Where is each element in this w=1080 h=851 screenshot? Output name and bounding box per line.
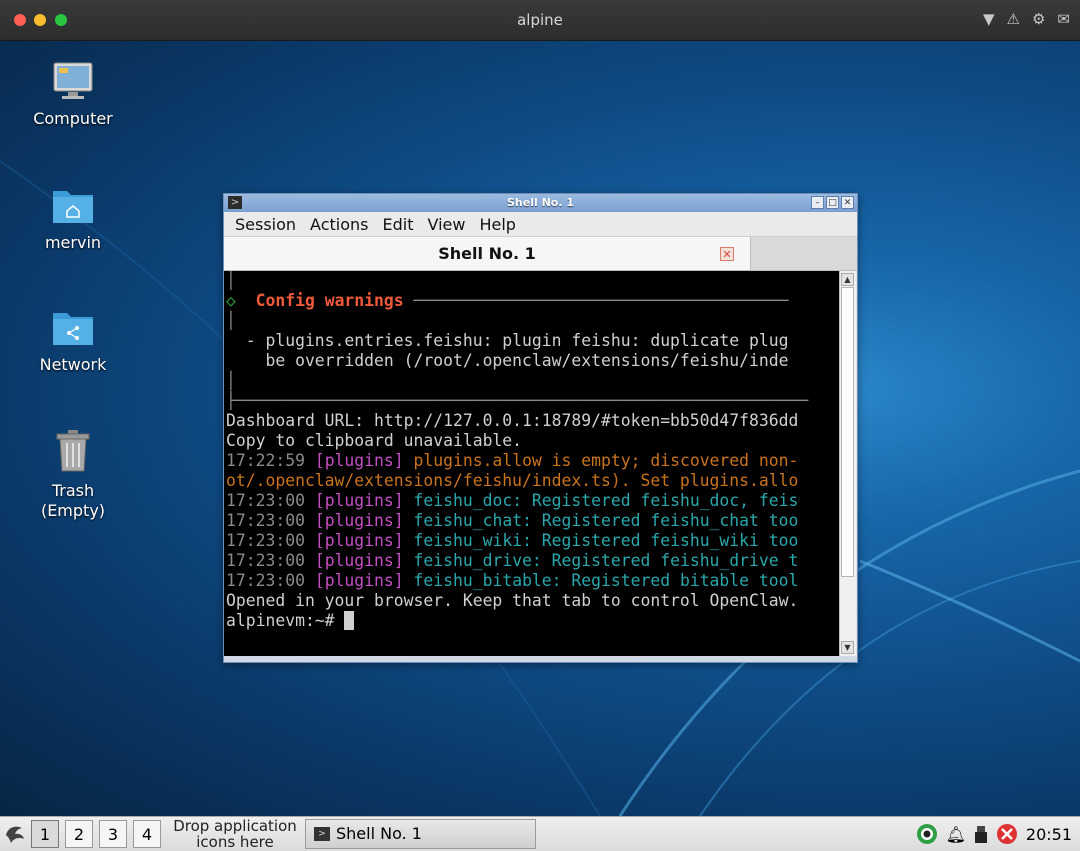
log-message: feishu_doc: Registered feishu_doc, feis (413, 491, 799, 510)
warning-icon[interactable]: ⚠ (1007, 10, 1020, 28)
config-warnings-title: Config warnings (255, 291, 404, 310)
notification-bell-icon[interactable]: 🔔︎ (946, 825, 966, 844)
maximize-button[interactable]: □ (826, 196, 839, 209)
desktop-icon-computer[interactable]: Computer (18, 61, 128, 129)
window-bottom-border (224, 656, 857, 662)
menu-view[interactable]: View (420, 215, 472, 234)
system-tray: 🔔︎ 20:51 (916, 820, 1072, 848)
log-tag: [plugins] (314, 531, 404, 550)
log-time: 17:23:00 (226, 491, 305, 510)
desktop-icon-network[interactable]: Network (18, 307, 128, 375)
log-tag: [plugins] (314, 451, 404, 470)
tab-close-icon[interactable]: ✕ (720, 247, 734, 261)
log-tag: [plugins] (314, 571, 404, 590)
tab-bar: Shell No. 1 ✕ (224, 237, 857, 271)
taskbar-shell-button[interactable]: > Shell No. 1 (305, 819, 536, 849)
log-time: 17:22:59 (226, 451, 305, 470)
usb-device-icon[interactable] (974, 824, 988, 844)
warning-line-1: - plugins.entries.feishu: plugin feishu:… (226, 331, 789, 350)
log-tag: [plugins] (314, 511, 404, 530)
log-time: 17:23:00 (226, 531, 305, 550)
gear-icon[interactable]: ⚙ (1032, 10, 1045, 28)
mail-icon[interactable]: ✉ (1057, 10, 1070, 28)
terminal-output[interactable]: │ ◇ Config warnings ────────────────────… (224, 271, 839, 656)
menu-edit[interactable]: Edit (376, 215, 421, 234)
workspace-1[interactable]: 1 (31, 820, 59, 848)
log-message: ot/.openclaw/extensions/feishu/index.ts)… (226, 471, 799, 490)
desktop-icon-label: Network (39, 355, 107, 374)
cursor (344, 611, 355, 630)
window-titlebar[interactable]: > Shell No. 1 – □ ✕ (224, 194, 857, 212)
log-message: feishu_drive: Registered feishu_drive t (413, 551, 799, 570)
workspace-4[interactable]: 4 (133, 820, 161, 848)
terminal-scrollbar[interactable]: ▲ ▼ (839, 271, 856, 656)
tab-shell-1[interactable]: Shell No. 1 ✕ (224, 237, 751, 270)
close-button[interactable]: ✕ (841, 196, 854, 209)
clipboard-line: Copy to clipboard unavailable. (226, 431, 523, 450)
warning-line-2: be overridden (/root/.openclaw/extension… (226, 351, 789, 370)
log-message: feishu_wiki: Registered feishu_wiki too (413, 531, 799, 550)
menu-actions[interactable]: Actions (303, 215, 375, 234)
network-folder-icon (53, 313, 93, 345)
network-status-icon[interactable] (916, 823, 938, 845)
dashboard-url-line: Dashboard URL: http://127.0.0.1:18789/#t… (226, 411, 799, 430)
terminal-text: │ ◇ Config warnings ────────────────────… (226, 271, 809, 630)
host-titlebar: alpine ▼ ⚠ ⚙ ✉ (0, 0, 1080, 41)
desktop-icon-trash[interactable]: Trash (Empty) (18, 429, 128, 521)
log-message: feishu_chat: Registered feishu_chat too (413, 511, 799, 530)
opened-line: Opened in your browser. Keep that tab to… (226, 591, 799, 610)
desktop-icon-label: mervin (44, 233, 102, 252)
log-message: plugins.allow is empty; discovered non- (413, 451, 799, 470)
taskbar-shell-label: Shell No. 1 (336, 824, 422, 843)
minimize-button[interactable]: – (811, 196, 824, 209)
app-launcher-drop-zone[interactable]: Drop application icons here (166, 818, 304, 850)
taskbar: 1 2 3 4 Drop application icons here > Sh… (0, 816, 1080, 851)
shell-window: > Shell No. 1 – □ ✕ Session Actions Edit… (223, 193, 858, 663)
clock[interactable]: 20:51 (1026, 825, 1072, 844)
scroll-down-icon[interactable]: ▼ (841, 641, 854, 654)
scroll-thumb[interactable] (841, 287, 854, 577)
workspace-3[interactable]: 3 (99, 820, 127, 848)
start-menu-icon[interactable] (2, 821, 28, 847)
host-title: alpine (517, 11, 563, 29)
log-message: feishu_bitable: Registered bitable tool (413, 571, 799, 590)
dropdown-icon[interactable]: ▼ (983, 10, 995, 28)
terminal-icon: > (314, 827, 330, 841)
home-folder-icon (53, 191, 93, 223)
log-tag: [plugins] (314, 551, 404, 570)
shell-prompt: alpinevm:~# (226, 611, 345, 630)
log-tag: [plugins] (314, 491, 404, 510)
workspace-2[interactable]: 2 (65, 820, 93, 848)
desktop-icon-mervin[interactable]: mervin (18, 185, 128, 253)
menu-session[interactable]: Session (228, 215, 303, 234)
menu-bar: Session Actions Edit View Help (224, 212, 857, 237)
menu-help[interactable]: Help (472, 215, 522, 234)
log-time: 17:23:00 (226, 571, 305, 590)
tab-label: Shell No. 1 (438, 244, 536, 263)
error-status-icon[interactable] (996, 823, 1018, 845)
log-time: 17:23:00 (226, 511, 305, 530)
desktop-icon-label: Trash (Empty) (40, 481, 106, 520)
window-title: Shell No. 1 (506, 196, 574, 209)
desktop-icon-label: Computer (33, 109, 113, 128)
computer-icon (53, 62, 93, 99)
log-time: 17:23:00 (226, 551, 305, 570)
trash-icon (56, 430, 90, 472)
scroll-up-icon[interactable]: ▲ (841, 273, 854, 286)
